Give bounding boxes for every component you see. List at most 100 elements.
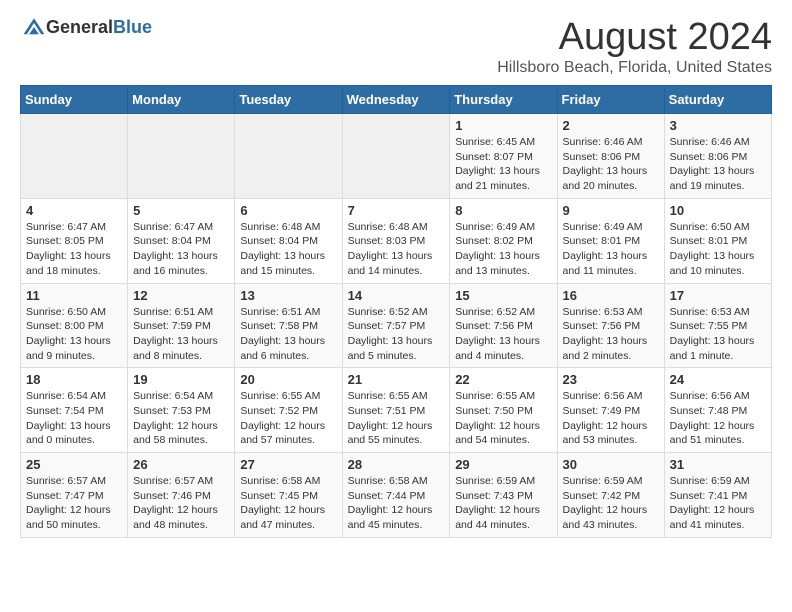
day-cell: 18 Sunrise: 6:54 AMSunset: 7:54 PMDayligh… bbox=[21, 368, 128, 453]
header: GeneralBlue August 2024 Hillsboro Beach,… bbox=[20, 16, 772, 77]
day-info: Sunrise: 6:56 AMSunset: 7:48 PMDaylight:… bbox=[670, 389, 766, 448]
day-header-tuesday: Tuesday bbox=[235, 86, 342, 114]
day-cell: 3 Sunrise: 6:46 AMSunset: 8:06 PMDaylight… bbox=[664, 114, 771, 199]
day-cell: 22 Sunrise: 6:55 AMSunset: 7:50 PMDayligh… bbox=[450, 368, 557, 453]
day-cell: 28Sunrise: 6:58 AMSunset: 7:44 PMDayligh… bbox=[342, 453, 450, 538]
day-info: Sunrise: 6:47 AMSunset: 8:04 PMDaylight:… bbox=[133, 220, 229, 279]
logo-blue: Blue bbox=[113, 17, 152, 37]
day-number: 5 bbox=[133, 203, 229, 218]
day-info: Sunrise: 6:48 AMSunset: 8:03 PMDaylight:… bbox=[348, 220, 445, 279]
day-cell: 27Sunrise: 6:58 AMSunset: 7:45 PMDayligh… bbox=[235, 453, 342, 538]
day-info: Sunrise: 6:51 AMSunset: 7:59 PMDaylight:… bbox=[133, 305, 229, 364]
day-info: Sunrise: 6:46 AMSunset: 8:06 PMDaylight:… bbox=[670, 135, 766, 194]
day-number: 19 bbox=[133, 372, 229, 387]
day-number: 12 bbox=[133, 288, 229, 303]
day-number: 7 bbox=[348, 203, 445, 218]
day-cell: 25 Sunrise: 6:57 AMSunset: 7:47 PMDayligh… bbox=[21, 453, 128, 538]
day-cell: 30 Sunrise: 6:59 AMSunset: 7:42 PMDayligh… bbox=[557, 453, 664, 538]
day-cell: 20Sunrise: 6:55 AMSunset: 7:52 PMDayligh… bbox=[235, 368, 342, 453]
day-info: Sunrise: 6:47 AMSunset: 8:05 PMDaylight:… bbox=[26, 220, 122, 279]
day-number: 18 bbox=[26, 372, 122, 387]
day-header-saturday: Saturday bbox=[664, 86, 771, 114]
day-info: Sunrise: 6:49 AMSunset: 8:01 PMDaylight:… bbox=[563, 220, 659, 279]
day-number: 10 bbox=[670, 203, 766, 218]
day-info: Sunrise: 6:45 AMSunset: 8:07 PMDaylight:… bbox=[455, 135, 551, 194]
header-row: SundayMondayTuesdayWednesdayThursdayFrid… bbox=[21, 86, 772, 114]
day-number: 21 bbox=[348, 372, 445, 387]
day-info: Sunrise: 6:54 AMSunset: 7:53 PMDaylight:… bbox=[133, 389, 229, 448]
day-info: Sunrise: 6:54 AMSunset: 7:54 PMDaylight:… bbox=[26, 389, 122, 448]
day-number: 4 bbox=[26, 203, 122, 218]
day-number: 3 bbox=[670, 118, 766, 133]
day-info: Sunrise: 6:55 AMSunset: 7:51 PMDaylight:… bbox=[348, 389, 445, 448]
day-cell: 2Sunrise: 6:46 AMSunset: 8:06 PMDaylight… bbox=[557, 114, 664, 199]
day-cell: 4 Sunrise: 6:47 AMSunset: 8:05 PMDaylight… bbox=[21, 198, 128, 283]
day-cell: 19 Sunrise: 6:54 AMSunset: 7:53 PMDayligh… bbox=[128, 368, 235, 453]
calendar-header: SundayMondayTuesdayWednesdayThursdayFrid… bbox=[21, 86, 772, 114]
day-info: Sunrise: 6:52 AMSunset: 7:56 PMDaylight:… bbox=[455, 305, 551, 364]
day-cell: 11Sunrise: 6:50 AMSunset: 8:00 PMDayligh… bbox=[21, 283, 128, 368]
day-cell: 12 Sunrise: 6:51 AMSunset: 7:59 PMDayligh… bbox=[128, 283, 235, 368]
day-info: Sunrise: 6:53 AMSunset: 7:55 PMDaylight:… bbox=[670, 305, 766, 364]
week-row-5: 25 Sunrise: 6:57 AMSunset: 7:47 PMDayligh… bbox=[21, 453, 772, 538]
week-row-3: 11Sunrise: 6:50 AMSunset: 8:00 PMDayligh… bbox=[21, 283, 772, 368]
day-header-thursday: Thursday bbox=[450, 86, 557, 114]
day-number: 17 bbox=[670, 288, 766, 303]
day-cell: 29 Sunrise: 6:59 AMSunset: 7:43 PMDayligh… bbox=[450, 453, 557, 538]
day-cell bbox=[21, 114, 128, 199]
day-number: 27 bbox=[240, 457, 336, 472]
day-cell: 7 Sunrise: 6:48 AMSunset: 8:03 PMDaylight… bbox=[342, 198, 450, 283]
day-cell: 23Sunrise: 6:56 AMSunset: 7:49 PMDayligh… bbox=[557, 368, 664, 453]
day-number: 30 bbox=[563, 457, 659, 472]
day-cell: 8 Sunrise: 6:49 AMSunset: 8:02 PMDaylight… bbox=[450, 198, 557, 283]
calendar: SundayMondayTuesdayWednesdayThursdayFrid… bbox=[20, 85, 772, 538]
day-number: 29 bbox=[455, 457, 551, 472]
day-number: 8 bbox=[455, 203, 551, 218]
day-cell: 26 Sunrise: 6:57 AMSunset: 7:46 PMDayligh… bbox=[128, 453, 235, 538]
day-cell bbox=[235, 114, 342, 199]
day-number: 26 bbox=[133, 457, 229, 472]
day-number: 15 bbox=[455, 288, 551, 303]
day-cell: 16Sunrise: 6:53 AMSunset: 7:56 PMDayligh… bbox=[557, 283, 664, 368]
week-row-2: 4 Sunrise: 6:47 AMSunset: 8:05 PMDaylight… bbox=[21, 198, 772, 283]
day-cell: 15 Sunrise: 6:52 AMSunset: 7:56 PMDayligh… bbox=[450, 283, 557, 368]
calendar-body: 1Sunrise: 6:45 AMSunset: 8:07 PMDaylight… bbox=[21, 114, 772, 538]
day-cell bbox=[342, 114, 450, 199]
day-header-monday: Monday bbox=[128, 86, 235, 114]
day-cell: 6 Sunrise: 6:48 AMSunset: 8:04 PMDaylight… bbox=[235, 198, 342, 283]
day-cell: 10 Sunrise: 6:50 AMSunset: 8:01 PMDayligh… bbox=[664, 198, 771, 283]
day-info: Sunrise: 6:50 AMSunset: 8:01 PMDaylight:… bbox=[670, 220, 766, 279]
logo: GeneralBlue bbox=[20, 16, 152, 38]
day-number: 9 bbox=[563, 203, 659, 218]
day-cell: 17 Sunrise: 6:53 AMSunset: 7:55 PMDayligh… bbox=[664, 283, 771, 368]
day-number: 25 bbox=[26, 457, 122, 472]
day-number: 22 bbox=[455, 372, 551, 387]
day-info: Sunrise: 6:55 AMSunset: 7:50 PMDaylight:… bbox=[455, 389, 551, 448]
day-cell: 5 Sunrise: 6:47 AMSunset: 8:04 PMDaylight… bbox=[128, 198, 235, 283]
day-cell: 1Sunrise: 6:45 AMSunset: 8:07 PMDaylight… bbox=[450, 114, 557, 199]
day-info: Sunrise: 6:48 AMSunset: 8:04 PMDaylight:… bbox=[240, 220, 336, 279]
day-info: Sunrise: 6:57 AMSunset: 7:47 PMDaylight:… bbox=[26, 474, 122, 533]
day-info: Sunrise: 6:59 AMSunset: 7:41 PMDaylight:… bbox=[670, 474, 766, 533]
day-info: Sunrise: 6:50 AMSunset: 8:00 PMDaylight:… bbox=[26, 305, 122, 364]
day-info: Sunrise: 6:52 AMSunset: 7:57 PMDaylight:… bbox=[348, 305, 445, 364]
day-info: Sunrise: 6:59 AMSunset: 7:42 PMDaylight:… bbox=[563, 474, 659, 533]
day-cell: 9 Sunrise: 6:49 AMSunset: 8:01 PMDaylight… bbox=[557, 198, 664, 283]
title-area: August 2024 Hillsboro Beach, Florida, Un… bbox=[497, 16, 772, 77]
logo-general: General bbox=[46, 17, 113, 37]
day-header-friday: Friday bbox=[557, 86, 664, 114]
day-info: Sunrise: 6:49 AMSunset: 8:02 PMDaylight:… bbox=[455, 220, 551, 279]
location-title: Hillsboro Beach, Florida, United States bbox=[497, 59, 772, 77]
day-cell: 14Sunrise: 6:52 AMSunset: 7:57 PMDayligh… bbox=[342, 283, 450, 368]
day-info: Sunrise: 6:51 AMSunset: 7:58 PMDaylight:… bbox=[240, 305, 336, 364]
day-number: 20 bbox=[240, 372, 336, 387]
day-info: Sunrise: 6:58 AMSunset: 7:44 PMDaylight:… bbox=[348, 474, 445, 533]
month-title: August 2024 bbox=[497, 16, 772, 59]
day-cell: 24Sunrise: 6:56 AMSunset: 7:48 PMDayligh… bbox=[664, 368, 771, 453]
day-header-wednesday: Wednesday bbox=[342, 86, 450, 114]
day-number: 6 bbox=[240, 203, 336, 218]
day-cell: 31Sunrise: 6:59 AMSunset: 7:41 PMDayligh… bbox=[664, 453, 771, 538]
day-info: Sunrise: 6:57 AMSunset: 7:46 PMDaylight:… bbox=[133, 474, 229, 533]
day-info: Sunrise: 6:59 AMSunset: 7:43 PMDaylight:… bbox=[455, 474, 551, 533]
day-cell bbox=[128, 114, 235, 199]
